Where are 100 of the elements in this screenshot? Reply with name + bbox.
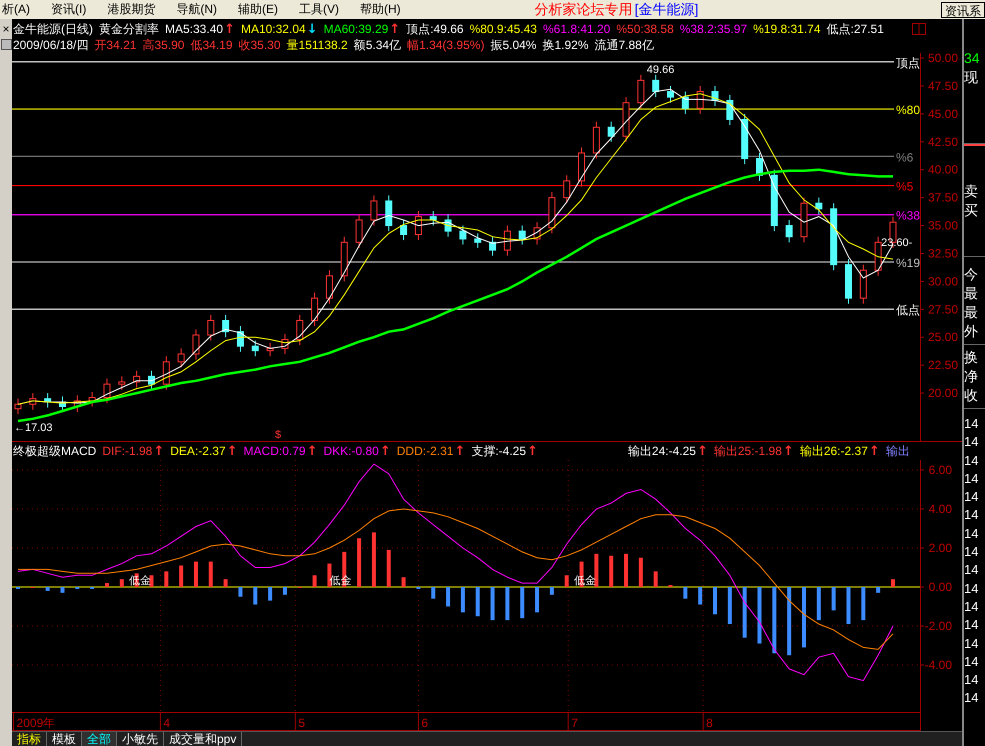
date-axis-label: 7 [571,716,578,730]
macd-value: 输出26:-2.37 [800,442,868,460]
menu-item[interactable]: 辅助(E) [236,1,288,18]
candlestick [682,91,689,114]
quote-label: 14 [964,470,980,488]
indicator-value: 金牛能源(日线) [13,20,93,38]
menu-item[interactable]: 导航(N) [174,1,227,18]
level-label: %6 [896,150,914,164]
candlestick [741,113,748,165]
candlestick [430,210,437,226]
quote-label: 14 [964,580,980,598]
indicator-value: MA10:32.04 [240,22,306,36]
candlestick [29,392,36,410]
macd-axis-label: -4.00 [924,658,952,672]
macd-value: 输出24:-4.25 [628,442,696,460]
macd-value: 输出25:-1.98 [714,442,782,460]
date-axis-label: 5 [298,716,305,730]
close-icon[interactable]: × [2,23,10,35]
candlestick [860,264,867,304]
candlestick [770,169,778,232]
date-axis-label: 2009年 [16,716,56,730]
quote-value: 低34.19 [190,36,232,54]
indicator-value: 顶点:49.66 [406,20,464,38]
indicator-tab[interactable]: 小敏先 [117,732,164,746]
price-axis-label: 32.50 [928,246,958,260]
level-label: %38 [896,208,920,223]
candlestick [652,74,660,98]
quote-label: 净 [964,367,979,386]
candlestick [712,85,718,107]
candlestick [534,222,541,246]
quote-value: 收35.30 [238,36,281,54]
quote-label: 14 [964,561,980,580]
candlestick [444,214,452,238]
candlestick [207,314,214,342]
menu-item[interactable]: 港股期货 [105,1,166,18]
chart-tool-icon[interactable] [0,39,12,50]
price-axis-label: 40.00 [928,162,958,177]
trend-arrow: ↑ [224,22,235,36]
quote-label: 外 [964,322,979,341]
level-label: %80 [896,103,920,118]
quote-label: 14 [964,634,980,653]
indicator-value: MA60:39.29 [324,22,388,36]
candlestick [756,152,763,182]
quote-label: 14 [964,433,980,452]
trend-arrow: ↑ [306,444,318,459]
quote-label: 14 [964,524,980,543]
quote-value: 开34.21 [94,36,136,54]
indicator-value: %19.8:31.74 [753,22,821,36]
indicator-value: 黄金分割率 [99,20,159,38]
price-annotation: $ [275,429,282,441]
quote-label: 14 [964,415,980,433]
level-label: 低点 [896,303,920,318]
macd-value: 支撑:-4.25 [471,442,526,460]
candlestick [563,174,570,204]
candlestick [311,292,318,327]
indicator-tab[interactable]: 成交量和ppv [164,732,242,746]
quote-label: 14 [964,671,980,690]
menu-item[interactable]: 资讯(I) [49,1,96,18]
candlestick [59,396,66,413]
candlestick [400,219,408,241]
trend-arrow: ↑ [782,444,794,459]
indicator-tab[interactable]: 全部 [82,732,117,746]
quote-label: 14 [964,543,980,562]
menu-item[interactable]: 工具(V) [297,1,349,18]
level-label: %5 [896,180,914,194]
candlestick [874,236,882,276]
info-system-button[interactable]: 资讯系 [941,2,985,18]
indicator-tab[interactable]: 指标 [12,732,47,746]
menu-item[interactable]: 析(A) [0,1,40,18]
candlestick [800,197,808,243]
candlestick [518,225,526,246]
candlestick [44,392,52,408]
quote-value: 2009/06/18/四 [13,36,88,54]
stock-name-text: [金牛能源] [634,0,698,18]
candlestick [281,333,288,354]
quote-label: 14 [964,452,980,470]
candlestick [88,391,96,407]
candlestick [830,202,838,271]
menu-item[interactable]: 帮助(H) [358,1,411,18]
quote-label: 卖 [964,182,979,201]
price-axis-label: 50.00 [928,53,958,66]
candlestick [504,225,511,256]
trend-arrow: ↑ [380,444,391,459]
indicator-value: 低点:27.51 [826,20,884,38]
candlestick [414,210,422,241]
indicator-value: %50:38.58 [616,22,674,36]
quote-value: 流通7.88亿 [594,36,654,54]
trend-arrow: ↑ [153,444,164,459]
candlestick [236,326,244,352]
candlestick [222,314,230,338]
candlestick [815,197,822,215]
macd-value: DIF:-1.98 [102,444,152,458]
trend-arrow: ↑ [454,444,466,459]
macd-value: 终极超级MACD [13,442,96,460]
price-axis-label: 20.00 [928,386,958,400]
trend-arrow: ↑ [226,444,238,459]
candlestick [459,225,466,246]
quote-label: 14 [964,506,980,524]
quote-value: 量151138.2 [286,36,348,54]
indicator-value: %38.2:35.97 [680,22,748,36]
